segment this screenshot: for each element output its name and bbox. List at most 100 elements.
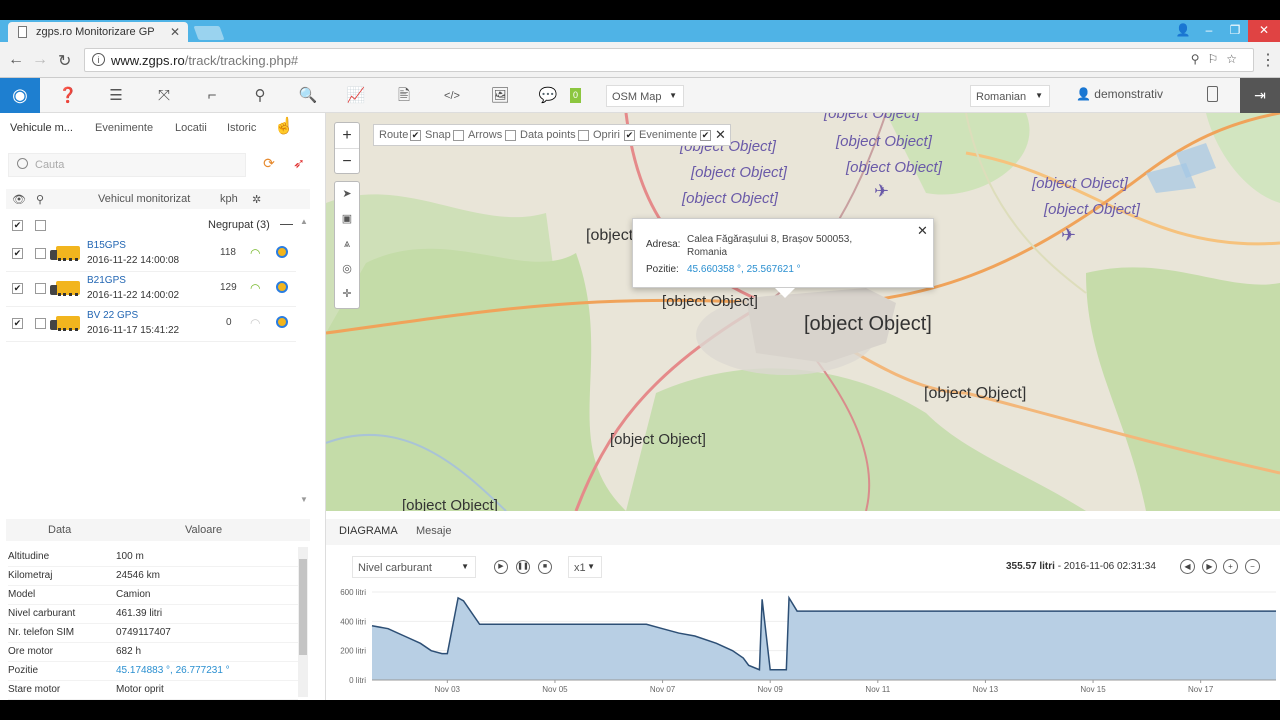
zoom-out-button[interactable]: −	[335, 148, 359, 173]
layer-events-label: Evenimente	[639, 129, 698, 141]
globe-icon[interactable]: ◉	[0, 78, 40, 113]
fuel-chart[interactable]: 600 litri 400 litri 200 litri 0 litri Nov 03…	[326, 588, 1280, 698]
forward-arrow-icon[interactable]: →	[32, 51, 48, 69]
tab-messages[interactable]: Mesaje	[416, 525, 451, 537]
layer-route-checkbox[interactable]: ✔	[410, 130, 421, 141]
header-vehicle[interactable]: Vehicul monitorizat	[98, 193, 190, 205]
vehicle-row[interactable]: ✔ B15GPS 2016-11-22 14:00:08 118 ◠	[6, 238, 296, 272]
help-icon[interactable]: ❓	[58, 86, 78, 106]
search-icon[interactable]: ⚲	[36, 193, 44, 206]
layer-stops-checkbox[interactable]: ✔	[624, 130, 635, 141]
close-window-icon[interactable]: ✕	[1248, 20, 1280, 42]
fullscreen-icon[interactable]: ⤧	[154, 86, 174, 106]
group-follow-checkbox[interactable]	[35, 220, 46, 231]
code-icon[interactable]: </>	[442, 86, 462, 106]
collapse-icon[interactable]: —	[280, 216, 293, 231]
user-menu[interactable]: 👤 demonstrativ	[1076, 87, 1163, 101]
restore-icon[interactable]: ❐	[1222, 20, 1248, 42]
vehicle-name[interactable]: B15GPS	[87, 240, 126, 251]
tab-history[interactable]: Istoric	[227, 122, 256, 134]
vehicle-name[interactable]: BV 22 GPS	[87, 310, 138, 321]
new-tab-button[interactable]	[193, 26, 225, 40]
tab-vehicles[interactable]: Vehicule m...	[10, 122, 73, 134]
vehicle-follow-checkbox[interactable]	[35, 248, 46, 259]
report-icon[interactable]: 🖹	[394, 86, 414, 106]
close-icon[interactable]: ✕	[917, 223, 928, 239]
vehicle-visible-checkbox[interactable]: ✔	[12, 248, 23, 259]
group-label[interactable]: Negrupat (3)	[208, 219, 270, 231]
play-icon[interactable]: ▶	[494, 560, 508, 574]
url-field[interactable]: i www.zgps.ro/track/tracking.php# ⚲⚐☆	[84, 48, 1254, 72]
close-tab-icon[interactable]: ✕	[170, 25, 180, 39]
tab-locations[interactable]: Locatii	[175, 122, 207, 134]
search-icon[interactable]: 🔍	[298, 86, 318, 106]
details-scrollbar[interactable]	[298, 547, 308, 697]
logout-icon[interactable]: ⇥	[1240, 78, 1280, 113]
scroll-down-arrow[interactable]: ▼	[300, 495, 308, 504]
reload-icon[interactable]: ↻	[58, 51, 71, 71]
chevron-right-icon[interactable]: ▶	[1202, 559, 1217, 574]
zoom-in-button[interactable]: +	[335, 123, 359, 148]
satellite-icon[interactable]: ✲	[252, 193, 261, 206]
map-pin-icon[interactable]: ⚲	[250, 86, 270, 106]
zoom-in-icon[interactable]: +	[1223, 559, 1238, 574]
navigate-icon[interactable]: ➤	[335, 182, 359, 207]
location-icon[interactable]: ◎	[335, 257, 359, 282]
position-link[interactable]: 45.174883 °, 26.777231 °	[116, 665, 230, 676]
mobile-icon[interactable]	[1207, 86, 1218, 102]
profile-icon[interactable]: 👤	[1170, 20, 1196, 42]
chevron-left-icon[interactable]: ◀	[1180, 559, 1195, 574]
vehicle-row[interactable]: ✔ BV 22 GPS 2016-11-17 15:41:22 0 ◠	[6, 308, 296, 342]
vehicle-name[interactable]: B21GPS	[87, 275, 126, 286]
language-select[interactable]: Romanian ▼	[970, 85, 1050, 107]
minimize-icon[interactable]: –	[1196, 20, 1222, 42]
metric-select[interactable]: Nivel carburant ▼	[352, 556, 476, 578]
road-icon[interactable]: ⩓	[335, 232, 359, 257]
scrollbar-thumb[interactable]	[299, 559, 307, 655]
close-icon[interactable]: ✕	[715, 127, 726, 143]
crosshair-icon[interactable]: ✛	[335, 282, 359, 307]
layer-snap-checkbox[interactable]	[453, 130, 464, 141]
caret-down-icon: ▼	[669, 91, 677, 100]
header-speed[interactable]: kph	[220, 193, 238, 205]
x-tick-label: Nov 03	[435, 685, 461, 694]
ruler-icon[interactable]: ⌐	[202, 86, 222, 106]
details-header: Data Valoare	[6, 519, 310, 541]
stamp-icon[interactable]: ▣	[335, 207, 359, 232]
tab-diagram[interactable]: DIAGRAMA	[339, 525, 398, 537]
browser-tab[interactable]: zgps.ro Monitorizare GP ✕	[8, 22, 188, 42]
map-type-select[interactable]: OSM Map ▼	[606, 85, 684, 107]
locate-icon[interactable]	[276, 281, 288, 293]
locate-icon[interactable]	[276, 316, 288, 328]
group-visible-checkbox[interactable]: ✔	[12, 220, 23, 231]
pause-icon[interactable]: ❚❚	[516, 560, 530, 574]
vehicle-row[interactable]: ✔ B21GPS 2016-11-22 14:00:02 129 ◠	[6, 273, 296, 307]
tab-events[interactable]: Evenimente	[95, 122, 153, 134]
zoom-out-icon[interactable]: −	[1245, 559, 1260, 574]
send-icon[interactable]: ➶	[288, 155, 310, 177]
browser-menu-icon[interactable]: ⋮	[1260, 50, 1276, 70]
eye-icon[interactable]: 👁	[12, 193, 26, 206]
settings-sliders-icon[interactable]: ☰	[106, 86, 126, 106]
layer-datapoints-checkbox[interactable]	[578, 130, 589, 141]
chart-icon[interactable]: 📈	[346, 86, 366, 106]
playback-speed-select[interactable]: x1 ▼	[568, 556, 602, 578]
url-action-icons[interactable]: ⚲⚐☆	[1191, 52, 1245, 66]
scroll-up-arrow[interactable]: ▲	[300, 217, 308, 226]
chat-icon[interactable]: 💬	[538, 86, 558, 106]
popup-position-value[interactable]: 45.660358 °, 25.567621 °	[687, 264, 801, 275]
map-view[interactable]: [object Object] [object Object] [object …	[326, 113, 1280, 511]
locate-icon[interactable]	[276, 246, 288, 258]
vehicle-follow-checkbox[interactable]	[35, 318, 46, 329]
layer-events-checkbox[interactable]: ✔	[700, 130, 711, 141]
info-icon[interactable]: i	[92, 53, 105, 66]
vehicle-visible-checkbox[interactable]: ✔	[12, 283, 23, 294]
vehicle-follow-checkbox[interactable]	[35, 283, 46, 294]
back-arrow-icon[interactable]: ←	[8, 51, 24, 69]
refresh-icon[interactable]: ⟳	[258, 155, 280, 177]
search-input[interactable]: Cauta	[8, 153, 246, 177]
image-icon[interactable]: 🖼	[490, 86, 510, 106]
vehicle-visible-checkbox[interactable]: ✔	[12, 318, 23, 329]
stop-icon[interactable]: ■	[538, 560, 552, 574]
layer-arrows-checkbox[interactable]	[505, 130, 516, 141]
